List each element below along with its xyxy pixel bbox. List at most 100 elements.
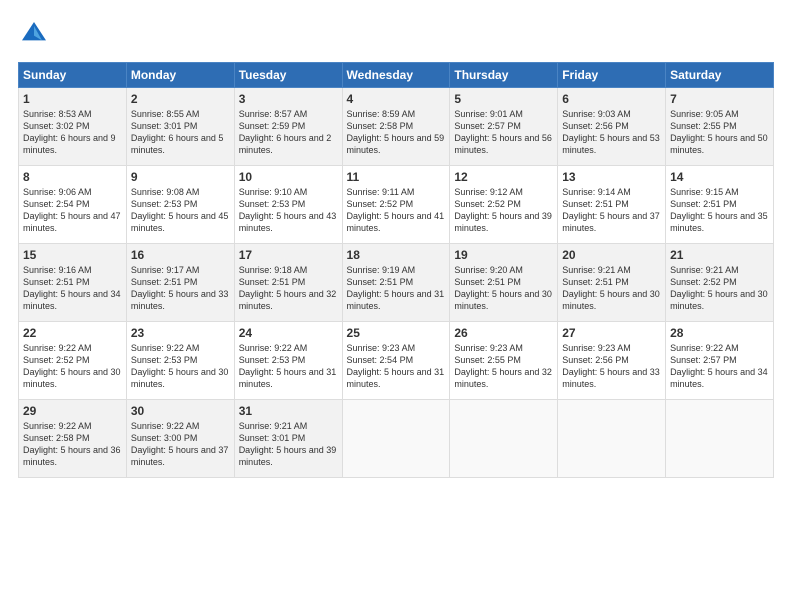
day-number: 2 [131,92,230,106]
calendar-cell: 7 Sunrise: 9:05 AMSunset: 2:55 PMDaylight… [666,88,774,166]
weekday-header-row: SundayMondayTuesdayWednesdayThursdayFrid… [19,63,774,88]
calendar-cell [342,400,450,478]
day-number: 13 [562,170,661,184]
calendar-cell: 14Sunrise: 9:15 AMSunset: 2:51 PMDayligh… [666,166,774,244]
day-info: Sunrise: 9:19 AMSunset: 2:51 PMDaylight:… [347,265,445,311]
calendar-cell: 10 Sunrise: 9:10 AMSunset: 2:53 PMDayligh… [234,166,342,244]
calendar-cell: 18 Sunrise: 9:19 AMSunset: 2:51 PMDayligh… [342,244,450,322]
calendar-cell: 9 Sunrise: 9:08 AMSunset: 2:53 PMDaylight… [126,166,234,244]
day-info: Sunrise: 8:57 AMSunset: 2:59 PMDaylight:… [239,109,332,155]
calendar-cell: 8Sunrise: 9:06 AMSunset: 2:54 PMDaylight… [19,166,127,244]
calendar-cell: 12Sunrise: 9:12 AMSunset: 2:52 PMDayligh… [450,166,558,244]
day-number: 24 [239,326,338,340]
day-info: Sunrise: 9:10 AMSunset: 2:53 PMDaylight:… [239,187,337,233]
day-number: 30 [131,404,230,418]
day-info: Sunrise: 9:22 AMSunset: 3:00 PMDaylight:… [131,421,229,467]
calendar-cell: 26 Sunrise: 9:23 AMSunset: 2:55 PMDayligh… [450,322,558,400]
day-info: Sunrise: 9:23 AMSunset: 2:54 PMDaylight:… [347,343,445,389]
day-number: 1 [23,92,122,106]
day-info: Sunrise: 9:08 AMSunset: 2:53 PMDaylight:… [131,187,229,233]
day-info: Sunrise: 9:22 AMSunset: 2:53 PMDaylight:… [131,343,229,389]
day-number: 26 [454,326,553,340]
day-info: Sunrise: 9:12 AMSunset: 2:52 PMDaylight:… [454,187,552,233]
calendar-table: SundayMondayTuesdayWednesdayThursdayFrid… [18,62,774,478]
day-number: 18 [347,248,446,262]
day-info: Sunrise: 9:21 AMSunset: 3:01 PMDaylight:… [239,421,337,467]
day-info: Sunrise: 9:11 AMSunset: 2:52 PMDaylight:… [347,187,445,233]
day-number: 5 [454,92,553,106]
day-number: 15 [23,248,122,262]
logo-icon [18,18,50,50]
weekday-friday: Friday [558,63,666,88]
calendar-cell: 21 Sunrise: 9:21 AMSunset: 2:52 PMDayligh… [666,244,774,322]
day-info: Sunrise: 9:01 AMSunset: 2:57 PMDaylight:… [454,109,552,155]
calendar-cell: 11 Sunrise: 9:11 AMSunset: 2:52 PMDayligh… [342,166,450,244]
day-info: Sunrise: 9:22 AMSunset: 2:58 PMDaylight:… [23,421,121,467]
calendar-week-3: 15Sunrise: 9:16 AMSunset: 2:51 PMDayligh… [19,244,774,322]
calendar-cell: 1 Sunrise: 8:53 AMSunset: 3:02 PMDaylight… [19,88,127,166]
day-info: Sunrise: 9:06 AMSunset: 2:54 PMDaylight:… [23,187,121,233]
day-number: 11 [347,170,446,184]
weekday-tuesday: Tuesday [234,63,342,88]
day-info: Sunrise: 9:23 AMSunset: 2:56 PMDaylight:… [562,343,660,389]
page: SundayMondayTuesdayWednesdayThursdayFrid… [0,0,792,488]
day-number: 25 [347,326,446,340]
calendar-week-1: 1 Sunrise: 8:53 AMSunset: 3:02 PMDaylight… [19,88,774,166]
day-number: 19 [454,248,553,262]
day-info: Sunrise: 9:22 AMSunset: 2:57 PMDaylight:… [670,343,768,389]
day-info: Sunrise: 9:23 AMSunset: 2:55 PMDaylight:… [454,343,552,389]
day-number: 14 [670,170,769,184]
calendar-cell: 3 Sunrise: 8:57 AMSunset: 2:59 PMDaylight… [234,88,342,166]
day-number: 21 [670,248,769,262]
day-number: 7 [670,92,769,106]
day-number: 20 [562,248,661,262]
day-number: 17 [239,248,338,262]
day-info: Sunrise: 9:22 AMSunset: 2:52 PMDaylight:… [23,343,121,389]
day-number: 10 [239,170,338,184]
day-number: 4 [347,92,446,106]
logo [18,18,54,50]
day-number: 16 [131,248,230,262]
day-info: Sunrise: 8:53 AMSunset: 3:02 PMDaylight:… [23,109,116,155]
calendar-cell: 2 Sunrise: 8:55 AMSunset: 3:01 PMDaylight… [126,88,234,166]
day-number: 6 [562,92,661,106]
calendar-cell: 24 Sunrise: 9:22 AMSunset: 2:53 PMDayligh… [234,322,342,400]
day-number: 22 [23,326,122,340]
weekday-sunday: Sunday [19,63,127,88]
calendar-cell: 4 Sunrise: 8:59 AMSunset: 2:58 PMDaylight… [342,88,450,166]
calendar-cell [558,400,666,478]
calendar-cell: 15Sunrise: 9:16 AMSunset: 2:51 PMDayligh… [19,244,127,322]
day-info: Sunrise: 9:21 AMSunset: 2:51 PMDaylight:… [562,265,660,311]
calendar-cell: 6Sunrise: 9:03 AMSunset: 2:56 PMDaylight… [558,88,666,166]
calendar-cell: 22 Sunrise: 9:22 AMSunset: 2:52 PMDayligh… [19,322,127,400]
calendar-cell: 5 Sunrise: 9:01 AMSunset: 2:57 PMDaylight… [450,88,558,166]
calendar-cell: 30 Sunrise: 9:22 AMSunset: 3:00 PMDayligh… [126,400,234,478]
calendar-cell [450,400,558,478]
day-info: Sunrise: 9:22 AMSunset: 2:53 PMDaylight:… [239,343,337,389]
day-info: Sunrise: 8:55 AMSunset: 3:01 PMDaylight:… [131,109,224,155]
day-info: Sunrise: 9:21 AMSunset: 2:52 PMDaylight:… [670,265,768,311]
day-number: 9 [131,170,230,184]
calendar-header: SundayMondayTuesdayWednesdayThursdayFrid… [19,63,774,88]
day-number: 3 [239,92,338,106]
day-info: Sunrise: 9:05 AMSunset: 2:55 PMDaylight:… [670,109,768,155]
calendar-cell: 16Sunrise: 9:17 AMSunset: 2:51 PMDayligh… [126,244,234,322]
day-info: Sunrise: 8:59 AMSunset: 2:58 PMDaylight:… [347,109,445,155]
day-info: Sunrise: 9:20 AMSunset: 2:51 PMDaylight:… [454,265,552,311]
calendar-body: 1 Sunrise: 8:53 AMSunset: 3:02 PMDaylight… [19,88,774,478]
day-number: 27 [562,326,661,340]
day-info: Sunrise: 9:14 AMSunset: 2:51 PMDaylight:… [562,187,660,233]
day-number: 29 [23,404,122,418]
calendar-week-2: 8Sunrise: 9:06 AMSunset: 2:54 PMDaylight… [19,166,774,244]
calendar-week-5: 29 Sunrise: 9:22 AMSunset: 2:58 PMDayligh… [19,400,774,478]
calendar-cell: 27 Sunrise: 9:23 AMSunset: 2:56 PMDayligh… [558,322,666,400]
calendar-cell: 19 Sunrise: 9:20 AMSunset: 2:51 PMDayligh… [450,244,558,322]
calendar-cell: 17Sunrise: 9:18 AMSunset: 2:51 PMDayligh… [234,244,342,322]
calendar-cell: 31Sunrise: 9:21 AMSunset: 3:01 PMDayligh… [234,400,342,478]
calendar-cell: 23 Sunrise: 9:22 AMSunset: 2:53 PMDayligh… [126,322,234,400]
day-number: 23 [131,326,230,340]
calendar-cell: 20 Sunrise: 9:21 AMSunset: 2:51 PMDayligh… [558,244,666,322]
weekday-wednesday: Wednesday [342,63,450,88]
weekday-monday: Monday [126,63,234,88]
weekday-saturday: Saturday [666,63,774,88]
